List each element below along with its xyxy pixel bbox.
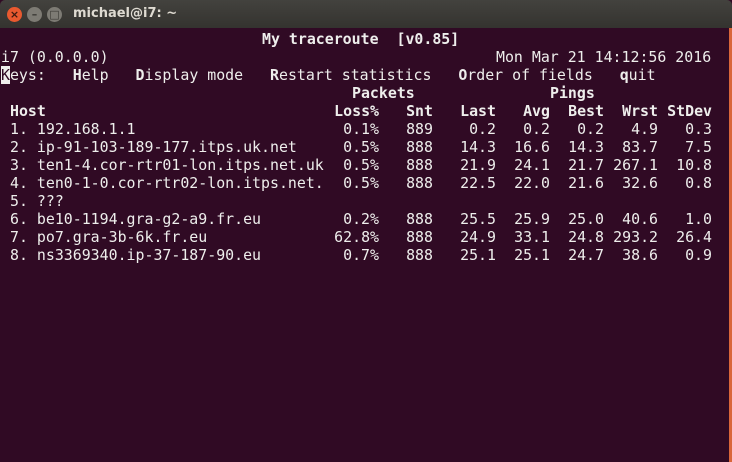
cell-stdev: 0.3 bbox=[685, 120, 712, 138]
host-cell: 8. ns3369340.ip-37-187-90.eu bbox=[10, 246, 262, 264]
maximize-button[interactable]: □ bbox=[47, 7, 62, 22]
host-cell: 7. po7.gra-3b-6k.fr.eu bbox=[10, 228, 208, 246]
key-rder-of-fields[interactable]: Order of fields bbox=[431, 66, 592, 84]
key-label: uit bbox=[628, 66, 656, 84]
cell-stdev: 1.0 bbox=[685, 210, 712, 228]
key-letter: H bbox=[72, 66, 82, 84]
key-letter: O bbox=[458, 66, 468, 84]
cell-stdev: 10.8 bbox=[676, 156, 712, 174]
minimize-button[interactable]: – bbox=[27, 7, 42, 22]
host-info: i7 (0.0.0.0) bbox=[1, 48, 109, 66]
cell-stdev: 7.5 bbox=[685, 138, 712, 156]
keys-bar: Keys: Help Display mode Restart statisti… bbox=[1, 66, 656, 84]
app-title: My traceroute [v0.85] bbox=[262, 30, 460, 48]
host-cell: 1. 192.168.1.1 bbox=[10, 120, 136, 138]
host-cell: 2. ip-91-103-189-177.itps.uk.net bbox=[10, 138, 297, 156]
key-elp[interactable]: Help bbox=[46, 66, 109, 84]
datetime: Mon Mar 21 14:12:56 2016 bbox=[496, 48, 712, 66]
column-header-stdev: StDev bbox=[667, 102, 712, 120]
terminal[interactable]: My traceroute [v0.85] i7 (0.0.0.0) Mon M… bbox=[0, 28, 729, 462]
cell-stdev: 0.8 bbox=[685, 174, 712, 192]
cell-stdev bbox=[622, 192, 712, 210]
window-title: michael@i7: ~ bbox=[73, 6, 178, 21]
cell-stdev: 0.9 bbox=[685, 246, 712, 264]
cell-stdev: 26.4 bbox=[676, 228, 712, 246]
host-cell: 6. be10-1194.gra-g2-a9.fr.eu bbox=[10, 210, 262, 228]
key-label: isplay mode bbox=[144, 66, 244, 84]
pings-header: Pings bbox=[550, 84, 595, 102]
key-letter: q bbox=[619, 66, 629, 84]
key-label: elp bbox=[81, 66, 109, 84]
key-letter: D bbox=[135, 66, 145, 84]
key-label: estart statistics bbox=[279, 66, 432, 84]
cursor: K bbox=[1, 66, 10, 84]
key-isplay-mode[interactable]: Display mode bbox=[109, 66, 244, 84]
host-cell: 4. ten0-1-0.cor-rtr02-lon.itps.net. bbox=[10, 174, 324, 192]
key-estart-statistics[interactable]: Restart statistics bbox=[243, 66, 431, 84]
keys-label: eys: bbox=[9, 66, 46, 84]
host-cell: 5. ??? bbox=[10, 192, 64, 210]
key-letter: R bbox=[270, 66, 279, 84]
column-header-host: Host bbox=[10, 102, 46, 120]
close-button[interactable]: × bbox=[7, 7, 22, 22]
key-label: rder of fields bbox=[467, 66, 593, 84]
window-titlebar: × – □ michael@i7: ~ bbox=[0, 0, 732, 28]
host-cell: 3. ten1-4.cor-rtr01-lon.itps.net.uk bbox=[10, 156, 324, 174]
packets-header: Packets bbox=[352, 84, 415, 102]
key-uit[interactable]: quit bbox=[593, 66, 656, 84]
